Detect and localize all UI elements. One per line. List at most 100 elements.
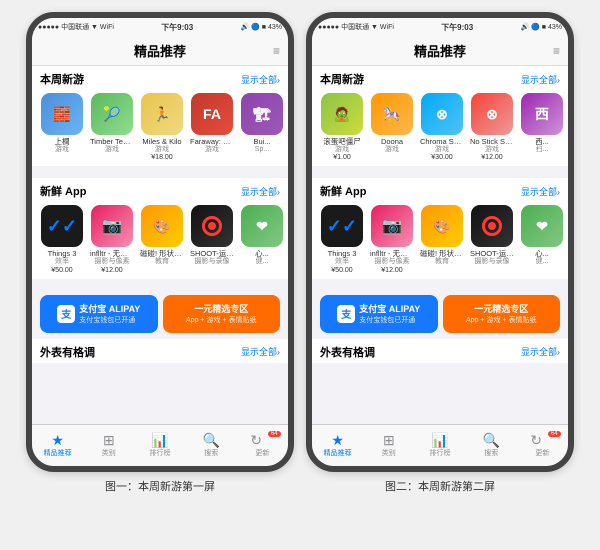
app-category: 效率 [55,258,69,266]
list-item[interactable]: 🎨磁碰! 形状和颜色教育 [420,205,464,273]
menu-icon[interactable]: ≡ [553,44,560,58]
list-item[interactable]: 🎨磁碰! 形状和颜色教育 [140,205,184,273]
list-item[interactable]: ❤心...健... [240,205,284,273]
app-icon: ⊗ [471,93,513,135]
section-title: 新鲜 App [40,183,86,199]
update-badge: 64 [548,431,561,437]
list-item[interactable]: 📷inflltr - 无限滤镜和颜色摄影与像素¥12.00 [90,205,134,273]
list-item[interactable]: 🧱上橺游戏 [40,93,84,161]
section-title: 新鲜 App [320,183,366,199]
menu-icon[interactable]: ≡ [273,44,280,58]
app-icon: FA [191,93,233,135]
tab-label: 精品推荐 [324,448,352,458]
section-more-link[interactable]: 显示全部› [241,185,280,198]
tab-搜索[interactable]: 🔍 搜索 [466,433,517,458]
bottom-section-title: 外表有格调 [40,344,95,360]
one-yuan-title: 一元精选专区 [194,302,248,315]
chart-icon: 📊 [151,433,168,447]
main-container: ●●●●● 中国联通 ▼ WiFi 下午9:03 🔊 🔵 ■ 43% 精品推荐 … [0,0,600,472]
list-item[interactable]: FAFaraway: Puzzle Esca...游戏 [190,93,234,161]
bottom-section-more[interactable]: 显示全部› [521,345,560,358]
section-more-link[interactable]: 显示全部› [521,185,560,198]
alipay-logo: 支 [57,305,75,323]
apps-row: 🧟滚蛋吧僵尸游戏¥1.00🎠 Doona 游戏 ⊗Chroma Squad游戏¥30.… [312,90,568,166]
banner-row: 支 支付宝 ALIPAY 支付宝钱包已开通 一元精选专区 App + 游戏 + … [312,291,568,339]
app-icon: 西 [521,93,563,135]
one-yuan-title: 一元精选专区 [474,302,528,315]
tab-类别[interactable]: ⊞ 类别 [363,433,414,458]
bottom-section-more[interactable]: 显示全部› [241,345,280,358]
bottom-section-title: 外表有格调 [320,344,375,360]
tab-bar: ★ 精品推荐 ⊞ 类别 📊 排行榜 🔍 搜索 ↻64 更新 [32,424,288,466]
apps-row: 🧱上橺游戏🎾Timber Tennis游戏🏃Miles & Kilo游戏¥18.… [32,90,288,166]
app-icon: 🎠 [371,93,413,135]
tab-label: 精品推荐 [44,448,72,458]
app-name: Doona [370,137,414,146]
app-icon: ⊗ [421,93,463,135]
star-icon: ★ [331,433,344,447]
alipay-banner[interactable]: 支 支付宝 ALIPAY 支付宝钱包已开通 [320,295,438,333]
list-item[interactable]: ⊗ No Stick Shooter游戏¥12.00 [470,93,514,161]
app-icon: ✓ [41,205,83,247]
tab-排行榜[interactable]: 📊 排行榜 [134,433,185,458]
list-item[interactable]: 🎾Timber Tennis游戏 [90,93,134,161]
list-item[interactable]: 🏃Miles & Kilo游戏¥18.00 [140,93,184,161]
bottom-section-header: 外表有格调 显示全部› [32,339,288,363]
section-header: 新鲜 App 显示全部› [32,178,288,202]
app-category: 游戏 [105,146,119,154]
tab-排行榜[interactable]: 📊 排行榜 [414,433,465,458]
alipay-banner[interactable]: 支 支付宝 ALIPAY 支付宝钱包已开通 [40,295,158,333]
tab-搜索[interactable]: 🔍 搜索 [186,433,237,458]
tab-label: 搜索 [484,448,498,458]
tab-精品推荐[interactable]: ★ 精品推荐 [312,433,363,458]
list-item[interactable]: SHOOT-运动电影制作神器摄影与录像 [190,205,234,273]
app-icon: ✓ [321,205,363,247]
tab-更新[interactable]: ↻64 更新 [517,433,568,458]
app-icon [471,205,513,247]
list-item[interactable]: ❤心...健... [520,205,564,273]
app-name: 上橺 [40,137,84,146]
grid-icon: ⊞ [383,433,395,447]
caption-left: 图一：本周新游第一屏 [26,478,294,494]
app-category: 游戏 [485,146,499,154]
app-icon: 🧟 [321,93,363,135]
section-more-link[interactable]: 显示全部› [241,73,280,86]
nav-title: 精品推荐 [134,41,186,60]
app-icon: 🏃 [141,93,183,135]
section-header: 本周新游 显示全部› [32,66,288,90]
app-price: ¥50.00 [331,267,352,274]
list-item[interactable]: 📷inflltr - 无限滤镜和颜色摄影与像素¥12.00 [370,205,414,273]
one-yuan-banner[interactable]: 一元精选专区 App + 游戏 + 表情贴纸 [163,295,281,333]
star-icon: ★ [51,433,64,447]
list-item[interactable]: ✓Things 3效率¥50.00 [40,205,84,273]
list-item[interactable]: 🏗Bui...Sp... [240,93,284,161]
section-new_games: 本周新游 显示全部› 🧟滚蛋吧僵尸游戏¥1.00🎠Doona游戏⊗Chroma … [312,66,568,166]
app-icon: 📷 [371,205,413,247]
alipay-text: 支付宝 ALIPAY 支付宝钱包已开通 [359,302,420,325]
section-more-link[interactable]: 显示全部› [521,73,560,86]
section-fresh_apps: 新鲜 App 显示全部› ✓Things 3效率¥50.00📷inflltr -… [312,178,568,278]
tab-类别[interactable]: ⊞ 类别 [83,433,134,458]
app-price: ¥50.00 [51,267,72,274]
one-yuan-banner[interactable]: 一元精选专区 App + 游戏 + 表情贴纸 [443,295,561,333]
list-item[interactable]: ⊗Chroma Squad游戏¥30.00 [420,93,464,161]
status-bar: ●●●●● 中国联通 ▼ WiFi 下午9:03 🔊 🔵 ■ 43% [32,18,288,36]
app-price: ¥12.00 [481,154,502,161]
list-item[interactable]: 🎠Doona游戏 [370,93,414,161]
list-item[interactable]: ✓Things 3效率¥50.00 [320,205,364,273]
list-item[interactable]: 西西...扫... [520,93,564,161]
tab-精品推荐[interactable]: ★ 精品推荐 [32,433,83,458]
app-price: ¥30.00 [431,154,452,161]
search-icon: 🔍 [482,433,499,447]
alipay-subtitle: 支付宝钱包已开通 [79,315,140,325]
list-item[interactable]: 🧟滚蛋吧僵尸游戏¥1.00 [320,93,364,161]
tab-label: 类别 [382,448,396,458]
alipay-subtitle: 支付宝钱包已开通 [359,315,420,325]
tab-更新[interactable]: ↻64 更新 [237,433,288,458]
scroll-content: 本周新游 显示全部› 🧱上橺游戏🎾Timber Tennis游戏🏃Miles &… [32,66,288,424]
carrier-text: ●●●●● 中国联通 ▼ WiFi [38,22,114,32]
caption-row: 图一：本周新游第一屏图二：本周新游第二屏 [0,472,600,500]
list-item[interactable]: SHOOT-运动电影制作神器摄影与录像 [470,205,514,273]
app-name: No Stick Shooter [470,137,514,146]
one-yuan-sub: App + 游戏 + 表情贴纸 [466,315,536,325]
